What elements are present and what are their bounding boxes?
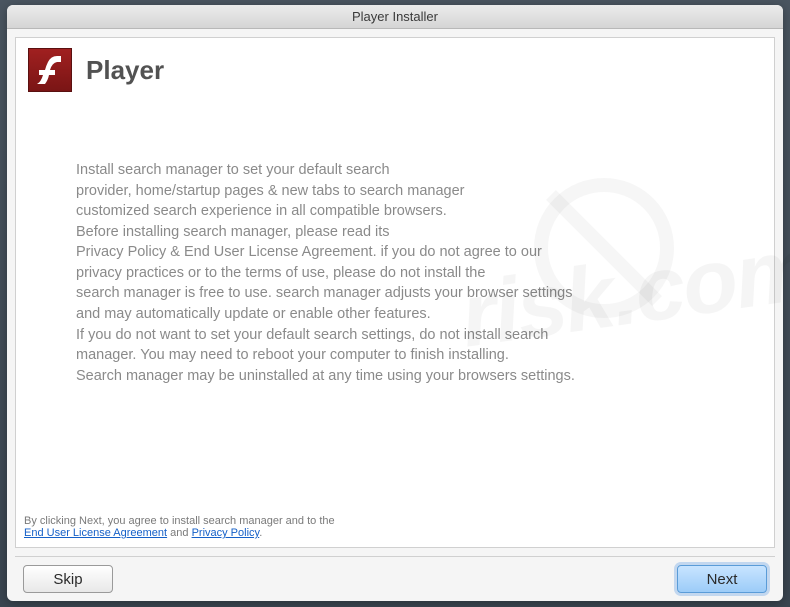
body-line: search manager is free to use. search ma… (76, 283, 714, 304)
content-panel: risk.com Player Install search manager t… (15, 37, 775, 548)
bottom-bar: Skip Next (7, 557, 783, 601)
body-line: If you do not want to set your default s… (76, 325, 714, 346)
app-title: Player (86, 55, 164, 86)
installer-window: Player Installer risk.com Player Install… (7, 5, 783, 601)
body-line: Before installing search manager, please… (76, 222, 714, 243)
footer-suffix: . (259, 527, 262, 539)
body-line: provider, home/startup pages & new tabs … (76, 181, 714, 202)
body-line: and may automatically update or enable o… (76, 304, 714, 325)
next-button[interactable]: Next (677, 565, 767, 593)
body-line: Install search manager to set your defau… (76, 160, 714, 181)
footer-notice: By clicking Next, you agree to install s… (24, 515, 766, 539)
skip-button[interactable]: Skip (23, 565, 113, 593)
body-line: privacy practices or to the terms of use… (76, 263, 714, 284)
window-title: Player Installer (352, 9, 438, 24)
body-text: Install search manager to set your defau… (16, 100, 774, 406)
header: Player (16, 38, 774, 100)
body-line: Privacy Policy & End User License Agreem… (76, 242, 714, 263)
body-line: Search manager may be uninstalled at any… (76, 366, 714, 387)
eula-link[interactable]: End User License Agreement (24, 527, 167, 539)
footer-prefix: By clicking Next, you agree to install s… (24, 515, 335, 527)
flash-player-icon (28, 48, 72, 92)
body-line: manager. You may need to reboot your com… (76, 345, 714, 366)
privacy-link[interactable]: Privacy Policy (192, 527, 260, 539)
window-titlebar: Player Installer (7, 5, 783, 29)
footer-and: and (167, 527, 191, 539)
body-line: customized search experience in all comp… (76, 201, 714, 222)
